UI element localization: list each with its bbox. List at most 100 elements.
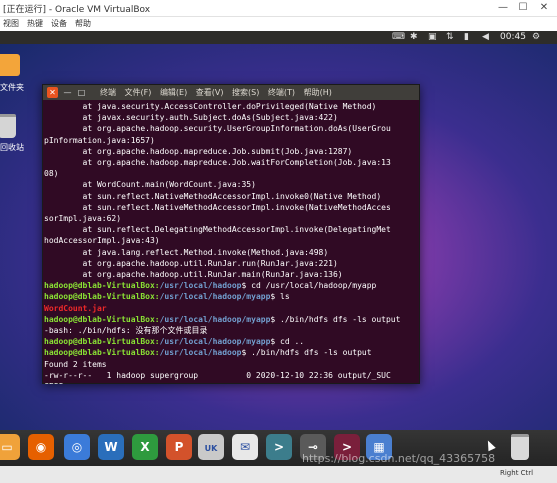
terminal-glyph: > (273, 440, 285, 454)
folder-icon[interactable] (0, 54, 20, 76)
terminal-close-button[interactable]: ✕ (47, 87, 58, 98)
terminal-menu-file[interactable]: 文件(F) (125, 88, 152, 97)
output-text: sorImpl.java:62) (44, 214, 122, 224)
menu-help[interactable]: 帮助 (75, 18, 91, 29)
prompt-path: /usr/local/hadoop/myapp (159, 292, 271, 302)
command-text: $ ls (270, 292, 290, 302)
impress-icon[interactable]: P (166, 434, 192, 460)
terminal-icon[interactable]: > (266, 434, 292, 460)
battery-icon[interactable]: ▮ (464, 32, 469, 42)
prompt-user: hadoop@dblab-VirtualBox (44, 281, 155, 291)
impress-glyph: P (174, 440, 184, 454)
output-text: at sun.reflect.NativeMethodAccessorImpl.… (44, 191, 382, 201)
terminal-menu-help[interactable]: 帮助(H) (304, 88, 332, 97)
terminal-line: at java.security.AccessController.doPriv… (44, 101, 419, 112)
terminal-line: at sun.reflect.NativeMethodAccessorImpl.… (44, 202, 419, 213)
file-listing: WordCount.jar (44, 303, 107, 313)
terminal-line: at sun.reflect.DelegatingMethodAccessorI… (44, 224, 419, 235)
output-text: 08) (44, 169, 59, 179)
terminal-line: WordCount.jar (44, 303, 419, 314)
menu-hotkeys[interactable]: 热键 (27, 18, 43, 29)
terminal-menu-view[interactable]: 查看(V) (196, 88, 224, 97)
files-glyph: ▭ (1, 440, 13, 454)
virtualbox-menu-bar: 视图 热键 设备 帮助 (0, 17, 557, 31)
dock-trash-icon[interactable] (511, 434, 529, 460)
output-text: at org.apache.hadoop.mapreduce.Job.submi… (44, 146, 353, 156)
terminal-line: hadoop@dblab-VirtualBox:/usr/local/hadoo… (44, 314, 419, 325)
maximize-button[interactable]: ☐ (516, 1, 530, 15)
keyboard-icon[interactable]: ⌨ (392, 32, 405, 42)
calc-icon[interactable]: X (132, 434, 158, 460)
writer-glyph: W (104, 440, 118, 454)
output-text: -bash: ./bin/hdfs: 没有那个文件或目录 (44, 326, 208, 336)
terminal-maximize-button[interactable]: □ (76, 87, 87, 98)
output-text: at org.apache.hadoop.util.RunJar.main(Ru… (44, 270, 343, 280)
terminal-output[interactable]: at java.security.AccessController.doPriv… (43, 100, 419, 384)
trash-icon[interactable] (0, 114, 16, 138)
output-text: at org.apache.hadoop.util.RunJar.run(Run… (44, 258, 338, 268)
terminal-menu-terminal[interactable]: 终端(T) (268, 88, 295, 97)
calc-glyph: X (140, 440, 150, 454)
terminal-line: hadoop@dblab-VirtualBox:/usr/local/hadoo… (44, 291, 419, 302)
home-folder-label[interactable]: 文件夹 (0, 82, 24, 93)
output-text: at java.lang.reflect.Method.invoke(Metho… (44, 247, 329, 257)
terminal-line: at javax.security.auth.Subject.doAs(Subj… (44, 112, 419, 123)
terminal-line: -rw-r--r-- 1 hadoop supergroup 0 2020-12… (44, 370, 419, 381)
watermark: https://blog.csdn.net/qq_43365758 (302, 452, 496, 465)
terminal-menu-edit[interactable]: 编辑(E) (160, 88, 187, 97)
store-icon[interactable]: UK (198, 434, 224, 460)
terminal-line: CESS (44, 381, 419, 384)
terminal-window[interactable]: ✕ — □ 终端 文件(F) 编辑(E) 查看(V) 搜索(S) 终端(T) 帮… (42, 84, 420, 384)
firefox-glyph: ◉ (35, 440, 47, 454)
mail-icon[interactable]: ✉ (232, 434, 258, 460)
output-text: pInformation.java:1657) (44, 135, 155, 145)
output-text: at org.apache.hadoop.security.UserGroupI… (44, 124, 391, 134)
terminal-line: hadoop@dblab-VirtualBox:/usr/local/hadoo… (44, 280, 419, 291)
terminal-line: hadoop@dblab-VirtualBox:/usr/local/hadoo… (44, 347, 419, 358)
prompt-user: hadoop@dblab-VirtualBox (44, 348, 155, 358)
menu-devices[interactable]: 设备 (51, 18, 67, 29)
mail-glyph: ✉ (239, 440, 251, 454)
writer-icon[interactable]: W (98, 434, 124, 460)
panel-clock[interactable]: 00:45 (500, 32, 526, 42)
terminal-line: Found 2 items (44, 359, 419, 370)
output-text: at java.security.AccessController.doPriv… (44, 102, 377, 111)
terminal-menu-title: 终端 (100, 88, 116, 97)
terminal-line: sorImpl.java:62) (44, 213, 419, 224)
output-text: at javax.security.auth.Subject.doAs(Subj… (44, 113, 338, 123)
close-button[interactable]: ✕ (537, 1, 551, 15)
terminal-line: at java.lang.reflect.Method.invoke(Metho… (44, 247, 419, 258)
prompt-path: /usr/local/hadoop/myapp (159, 314, 271, 324)
prompt-user: hadoop@dblab-VirtualBox (44, 314, 155, 324)
window-title: [正在运行] - Oracle VM VirtualBox (3, 5, 151, 15)
bluetooth-icon[interactable]: ✱ (410, 32, 418, 42)
firefox-icon[interactable]: ◉ (28, 434, 54, 460)
chromium-glyph: ◎ (71, 440, 83, 454)
volume-icon[interactable]: ◀ (482, 32, 489, 42)
trash-label[interactable]: 回收站 (0, 142, 24, 153)
files-icon[interactable]: ▭ (0, 434, 20, 460)
minimize-button[interactable]: — (496, 1, 510, 15)
input-method-icon[interactable]: ▣ (428, 32, 437, 42)
output-text: at org.apache.hadoop.mapreduce.Job.waitF… (44, 158, 391, 168)
terminal-menu-bar: 终端 文件(F) 编辑(E) 查看(V) 搜索(S) 终端(T) 帮助(H) (100, 87, 338, 98)
terminal-line: at org.apache.hadoop.util.RunJar.main(Ru… (44, 269, 419, 280)
terminal-menu-search[interactable]: 搜索(S) (232, 88, 259, 97)
menu-view[interactable]: 视图 (3, 18, 19, 29)
output-text: hodAccessorImpl.java:43) (44, 236, 160, 246)
ubuntu-top-panel: ⌨ ✱ ▣ ⇅ ▮ ◀ 00:45 ⚙ (0, 31, 557, 44)
terminal-minimize-button[interactable]: — (62, 87, 73, 98)
terminal-line: hadoop@dblab-VirtualBox:/usr/local/hadoo… (44, 336, 419, 347)
terminal-line: pInformation.java:1657) (44, 135, 419, 146)
prompt-path: /usr/local/hadoop (159, 348, 242, 358)
terminal-line: -bash: ./bin/hdfs: 没有那个文件或目录 (44, 325, 419, 336)
chromium-icon[interactable]: ◎ (64, 434, 90, 460)
terminal-titlebar[interactable]: ✕ — □ 终端 文件(F) 编辑(E) 查看(V) 搜索(S) 终端(T) 帮… (43, 85, 419, 100)
prompt-user: hadoop@dblab-VirtualBox (44, 292, 155, 302)
prompt-path: /usr/local/hadoop (159, 281, 242, 291)
power-gear-icon[interactable]: ⚙ (532, 32, 540, 42)
terminal-line: at org.apache.hadoop.util.RunJar.run(Run… (44, 258, 419, 269)
network-icon[interactable]: ⇅ (446, 32, 454, 42)
virtualbox-status-bar: Right Ctrl (0, 466, 557, 483)
prompt-user: hadoop@dblab-VirtualBox (44, 337, 155, 347)
